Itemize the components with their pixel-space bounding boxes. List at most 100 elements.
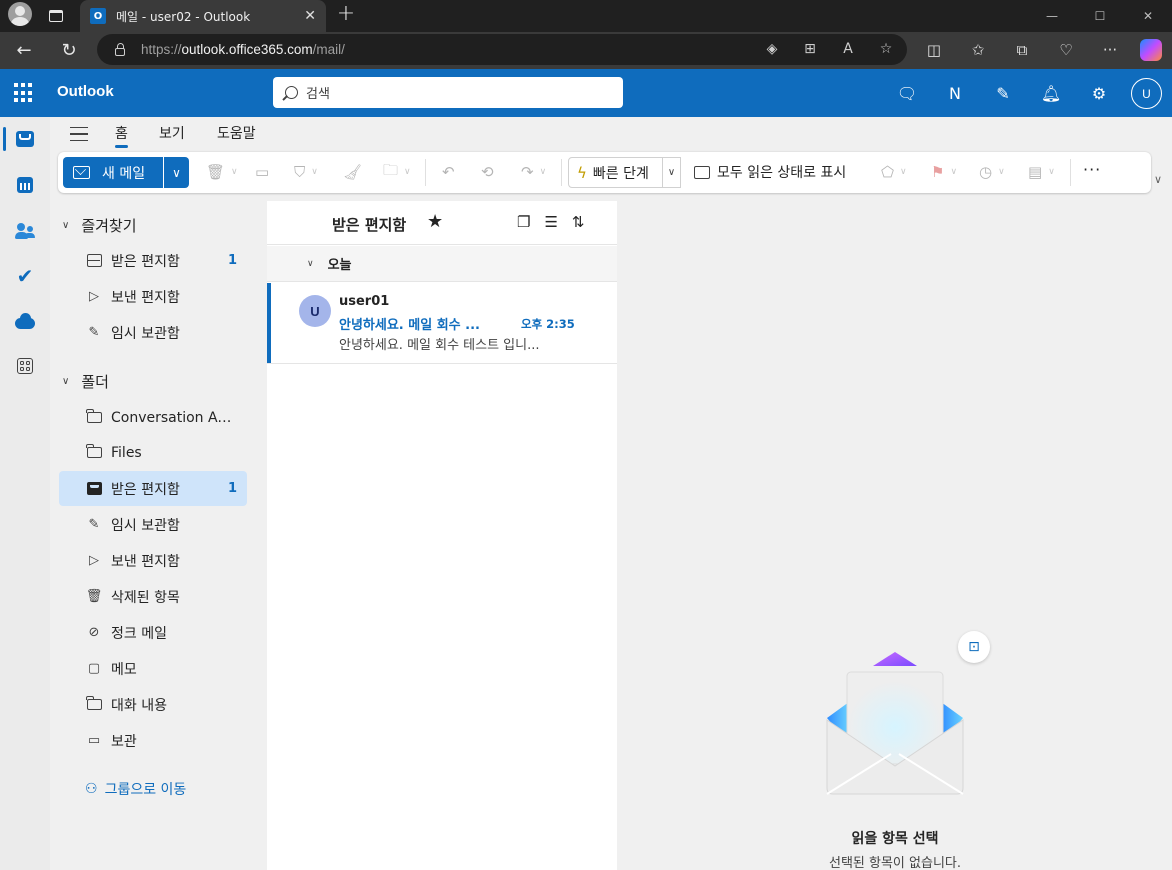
rules-button[interactable]: ▤ ∨ xyxy=(1028,162,1055,182)
account-avatar[interactable]: U xyxy=(1131,78,1162,109)
settings-more-icon[interactable]: ··· xyxy=(1096,36,1124,64)
browser-profile-icon[interactable] xyxy=(8,2,32,26)
settings-gear-icon[interactable]: ⚙ xyxy=(1084,78,1114,108)
folder-icon xyxy=(85,409,103,423)
folders-section-header[interactable]: ∨ 폴더 xyxy=(62,371,109,392)
browser-essentials-icon[interactable]: ♡ xyxy=(1052,36,1080,64)
tab-title: 메일 - user02 - Outlook xyxy=(116,9,251,24)
rail-calendar[interactable] xyxy=(0,165,50,205)
folder-label: 삭제된 항목 xyxy=(111,589,180,606)
folder-label: 보낸 편지함 xyxy=(111,553,180,570)
tab-close-icon[interactable]: ✕ xyxy=(304,8,316,24)
meet-now-icon[interactable]: 🗨 xyxy=(892,78,922,108)
flag-button[interactable]: ⚑ ∨ xyxy=(931,162,957,182)
todo-check-icon: ✔ xyxy=(16,264,34,288)
forward-button[interactable]: ↷ ∨ xyxy=(521,162,546,182)
app-title[interactable]: Outlook xyxy=(57,83,114,100)
my-day-icon[interactable]: ✎ xyxy=(988,78,1018,108)
report-button[interactable]: ⛉ ∨ xyxy=(294,162,318,182)
rail-mail[interactable] xyxy=(0,119,50,159)
tab-view[interactable]: 보기 xyxy=(159,123,185,143)
folder-item-conversation-history[interactable]: 대화 내용 xyxy=(59,687,247,722)
folder-item-files[interactable]: Files xyxy=(59,435,247,470)
url-field[interactable]: https://outlook.office365.com/mail/ ◈ ⊞ … xyxy=(97,34,907,65)
delete-button[interactable]: 🗑︎ ∨ xyxy=(206,162,238,182)
sweep-button[interactable]: 🧹︎ xyxy=(343,162,362,182)
chevron-down-icon: ∨ xyxy=(539,167,547,177)
rail-todo[interactable]: ✔ xyxy=(0,256,50,296)
move-to-button[interactable]: 🗀 ∨ xyxy=(383,161,411,182)
send-icon: ▷ xyxy=(89,553,99,568)
favorite-item-drafts[interactable]: ✎ 임시 보관함 xyxy=(59,315,247,350)
note-icon: ▢ xyxy=(87,661,101,676)
favorite-star-icon[interactable]: ★ xyxy=(427,211,443,232)
notifications-bell-icon[interactable]: 🔔︎ xyxy=(1036,78,1066,108)
tab-home[interactable]: 홈 xyxy=(115,123,128,148)
archive-button[interactable]: ▭ xyxy=(255,162,269,182)
minimize-icon[interactable]: — xyxy=(1028,0,1076,32)
lock-icon[interactable] xyxy=(115,42,125,56)
envelope-open-icon xyxy=(694,165,710,179)
collections-icon[interactable]: ⧉ xyxy=(1008,36,1036,64)
copilot-icon[interactable] xyxy=(1140,39,1162,61)
group-header-today[interactable]: ∨ 오늘 xyxy=(267,246,617,282)
folder-item-sent[interactable]: ▷ 보낸 편지함 xyxy=(59,543,247,578)
window-close-icon[interactable]: ✕ xyxy=(1124,0,1172,32)
snooze-button[interactable]: ◷ ∨ xyxy=(979,162,1005,182)
favorite-item-sent[interactable]: ▷ 보낸 편지함 xyxy=(59,279,247,314)
folder-item-inbox[interactable]: 받은 편지함 1 xyxy=(59,471,247,506)
quick-steps-dropdown[interactable]: ∨ xyxy=(662,157,680,188)
tracking-prevention-icon[interactable]: ◈ xyxy=(763,40,781,58)
maximize-icon[interactable]: ☐ xyxy=(1076,0,1124,32)
folder-item-conversation-action[interactable]: Conversation Acti... xyxy=(59,400,247,435)
reply-button[interactable]: ↶ xyxy=(442,162,455,182)
folder-icon xyxy=(85,444,103,458)
mark-all-read-button[interactable]: 모두 읽은 상태로 표시 xyxy=(694,162,846,182)
message-list-header: 받은 편지함 ★ ❐ ☰ ⇅ xyxy=(267,201,617,245)
reply-all-button[interactable]: ⟲ xyxy=(481,162,494,182)
calendar-icon xyxy=(17,177,33,193)
new-mail-dropdown[interactable]: ∨ xyxy=(164,157,189,188)
split-screen-icon[interactable]: ◫ xyxy=(920,36,948,64)
read-aloud-icon[interactable]: A xyxy=(839,40,857,58)
sort-icon[interactable]: ⇅ xyxy=(572,213,585,231)
ribbon-expand-icon[interactable]: ∨ xyxy=(1154,173,1162,186)
folder-item-notes[interactable]: ▢ 메모 xyxy=(59,651,247,686)
new-tab-icon[interactable]: + xyxy=(334,2,358,26)
refresh-icon[interactable]: ↻ xyxy=(55,36,83,64)
reading-pane-title: 읽을 항목 선택 xyxy=(851,831,939,847)
favorite-star-icon[interactable]: ☆ xyxy=(877,40,895,58)
favorites-section-header[interactable]: ∨ 즐겨찾기 xyxy=(62,215,137,236)
app-launcher-icon[interactable] xyxy=(14,83,34,103)
tab-actions-icon[interactable] xyxy=(44,4,68,28)
rail-more-apps[interactable] xyxy=(0,346,50,386)
go-to-groups-link[interactable]: ⚇ 그룹으로 이동 xyxy=(85,779,186,799)
new-mail-button[interactable]: 새 메일 xyxy=(63,157,163,188)
hamburger-menu-icon[interactable] xyxy=(70,127,88,141)
rail-onedrive[interactable] xyxy=(0,303,50,343)
rail-people[interactable] xyxy=(0,211,50,251)
browser-tab[interactable]: O 메일 - user02 - Outlook ✕ xyxy=(80,0,326,32)
back-icon[interactable]: ← xyxy=(10,36,38,64)
select-mode-icon[interactable]: ❐ xyxy=(517,213,530,231)
folder-item-drafts[interactable]: ✎ 임시 보관함 xyxy=(59,507,247,542)
folder-item-archive[interactable]: ▭ 보관 xyxy=(59,723,247,758)
message-preview: 안녕하세요. 메일 회수 테스트 입니... xyxy=(339,338,540,353)
favorites-icon[interactable]: ✩ xyxy=(964,36,992,64)
reply-all-icon: ⟲ xyxy=(481,163,494,181)
mail-icon xyxy=(16,131,34,147)
onenote-feed-icon[interactable]: N xyxy=(940,78,970,108)
folder-item-deleted[interactable]: 🗑︎ 삭제된 항목 xyxy=(59,579,247,614)
more-options-icon[interactable]: ··· xyxy=(1083,160,1101,179)
tab-help[interactable]: 도움말 xyxy=(217,123,256,143)
search-box[interactable]: 검색 xyxy=(273,77,623,108)
favorite-item-inbox[interactable]: 받은 편지함 1 xyxy=(59,243,247,278)
app-available-icon[interactable]: ⊞ xyxy=(801,40,819,58)
filter-icon[interactable]: ☰ xyxy=(544,213,557,231)
quick-steps-label: 빠른 단계 xyxy=(592,165,649,182)
folder-item-junk[interactable]: ⊘ 정크 메일 xyxy=(59,615,247,650)
message-item[interactable]: U user01 안녕하세요. 메일 회수 ... 오후 2:35 안녕하세요.… xyxy=(267,283,617,364)
categorize-button[interactable]: ⬠ ∨ xyxy=(881,162,907,182)
archive-icon: ▭ xyxy=(87,733,101,748)
url-scheme: https:// xyxy=(141,42,182,57)
